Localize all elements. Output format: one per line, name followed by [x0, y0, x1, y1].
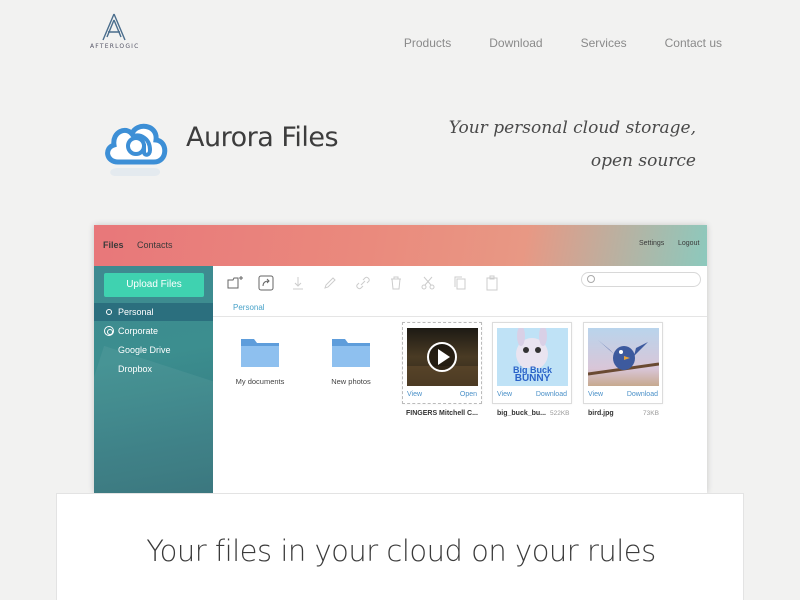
sidebar: Upload Files Personal Corporate Google D…	[94, 266, 213, 493]
view-link[interactable]: View	[588, 391, 603, 398]
search-icon	[587, 275, 595, 283]
folder-name: New photos	[331, 377, 371, 386]
folder-new-photos[interactable]: New photos	[316, 335, 386, 386]
app-preview-window: Files Contacts Settings Logout Upload Fi…	[94, 225, 707, 493]
folder-name: My documents	[235, 377, 285, 386]
sidebar-item-corporate[interactable]: Corporate	[94, 322, 213, 340]
cloud-at-icon	[105, 123, 168, 176]
download-link[interactable]: Download	[627, 391, 658, 398]
file-thumb-big-buck-bunny[interactable]: Big Buck BUNNY View Download	[492, 322, 572, 404]
folder-my-documents[interactable]: My documents	[225, 335, 295, 386]
nav-contact-us[interactable]: Contact us	[665, 36, 722, 50]
open-link[interactable]: Open	[460, 391, 477, 398]
afterlogic-logo-icon	[102, 13, 126, 41]
share-icon[interactable]	[258, 275, 274, 291]
file-name: FINGERS Mitchell C...	[406, 410, 478, 417]
hero-title: Aurora Files	[186, 122, 339, 153]
pencil-icon[interactable]	[322, 275, 338, 291]
bunny-preview: Big Buck BUNNY	[497, 328, 568, 386]
folder-icon	[241, 339, 279, 367]
sidebar-item-label: Personal	[118, 307, 154, 317]
view-link[interactable]: View	[497, 391, 512, 398]
file-size: 73KB	[643, 410, 659, 417]
upload-files-button[interactable]: Upload Files	[104, 273, 204, 297]
bird-image	[588, 340, 659, 376]
settings-link[interactable]: Settings	[639, 240, 664, 247]
link-icon[interactable]	[355, 275, 371, 291]
nav-download[interactable]: Download	[489, 36, 542, 50]
top-nav: Products Download Services Contact us	[366, 36, 722, 50]
folder-icon	[332, 339, 370, 367]
bird-preview	[588, 328, 659, 386]
file-name: big_buck_bu...	[497, 410, 547, 417]
circle-icon	[106, 309, 112, 315]
hero-tagline: Your personal cloud storage, open source	[449, 112, 696, 178]
afterlogic-logo[interactable]: AFTERLOGIC	[90, 12, 138, 50]
copy-icon[interactable]	[452, 275, 468, 291]
file-size: 522KB	[550, 410, 570, 417]
sidebar-item-label: Google Drive	[118, 345, 171, 355]
file-thumb-bird[interactable]: View Download	[583, 322, 663, 404]
tagline-line-2: open source	[590, 151, 696, 171]
video-preview	[407, 328, 478, 386]
nav-services[interactable]: Services	[581, 36, 627, 50]
trash-icon[interactable]	[388, 275, 404, 291]
sidebar-item-label: Corporate	[118, 326, 159, 336]
features-card: Your files in your cloud on your rules	[56, 493, 744, 600]
tab-contacts[interactable]: Contacts	[137, 240, 173, 250]
file-name: bird.jpg	[588, 410, 614, 417]
tagline-line-1: Your personal cloud storage,	[448, 118, 696, 138]
bunny-title-bunny: BUNNY	[514, 373, 551, 384]
play-icon	[407, 342, 478, 386]
download-link[interactable]: Download	[536, 391, 567, 398]
divider	[213, 316, 707, 317]
file-thumb-video[interactable]: View Open	[402, 322, 482, 404]
sidebar-item-personal[interactable]: Personal	[94, 303, 213, 321]
logo-text: AFTERLOGIC	[90, 43, 140, 50]
app-header: Files Contacts Settings Logout	[94, 225, 707, 266]
breadcrumb[interactable]: Personal	[233, 303, 265, 312]
sidebar-item-label: Dropbox	[118, 364, 153, 374]
clipboard-icon[interactable]	[484, 275, 500, 291]
download-icon[interactable]	[290, 275, 306, 291]
search-input[interactable]	[581, 272, 701, 287]
view-link[interactable]: View	[407, 391, 422, 398]
scissors-icon[interactable]	[420, 275, 436, 291]
tab-files[interactable]: Files	[103, 240, 124, 250]
logout-link[interactable]: Logout	[678, 240, 699, 247]
section-title: Your files in your cloud on your rules	[146, 534, 656, 568]
new-folder-icon[interactable]	[227, 275, 243, 291]
sidebar-item-google-drive[interactable]: Google Drive	[94, 341, 213, 359]
globe-icon	[104, 326, 114, 336]
sidebar-item-dropbox[interactable]: Dropbox	[94, 360, 213, 378]
nav-products[interactable]: Products	[404, 36, 451, 50]
